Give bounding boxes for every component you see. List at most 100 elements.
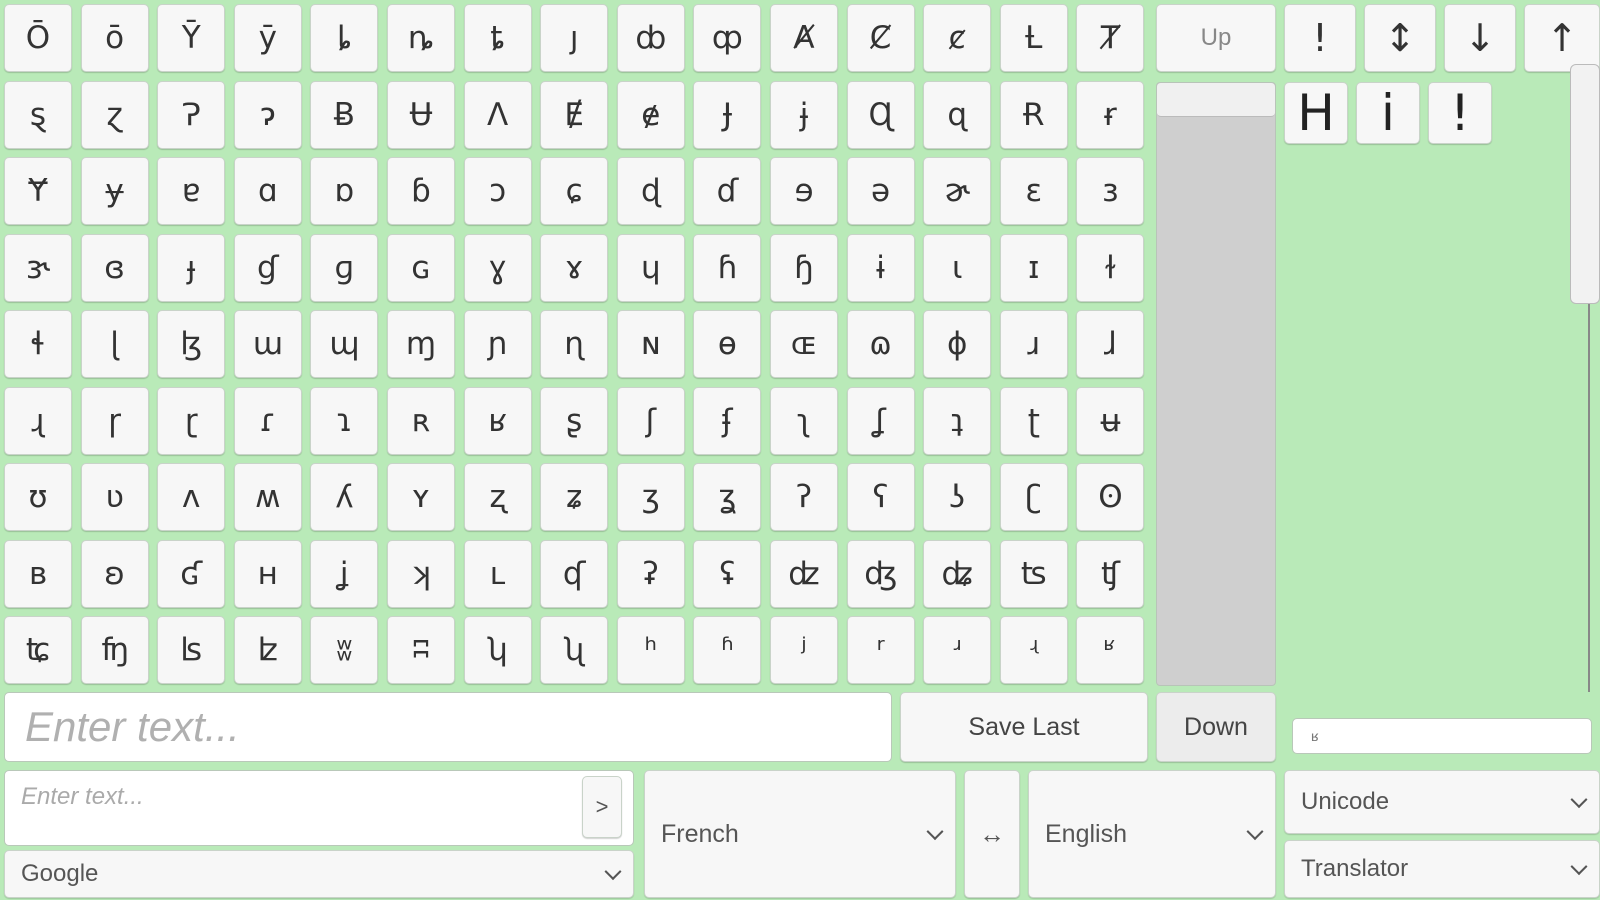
char-key[interactable]: ʇ: [923, 386, 992, 455]
down-arrow-key[interactable]: ↓: [1444, 4, 1516, 72]
char-key[interactable]: ɯ: [233, 310, 302, 378]
char-key[interactable]: ɉ: [770, 80, 838, 149]
char-key[interactable]: ɑ: [233, 157, 302, 225]
char-key[interactable]: Ƚ: [999, 4, 1068, 72]
char-key[interactable]: ɽ: [157, 386, 226, 455]
char-key[interactable]: ʆ: [846, 386, 915, 455]
main-text-input[interactable]: [4, 692, 892, 762]
char-key[interactable]: ʝ: [310, 539, 379, 608]
char-key[interactable]: ʎ: [310, 463, 379, 531]
char-key[interactable]: ʵ: [999, 616, 1068, 684]
char-key[interactable]: ʁ: [463, 386, 532, 455]
char-key[interactable]: ʚ: [80, 539, 149, 608]
char-key[interactable]: Ɉ: [693, 80, 762, 149]
char-key[interactable]: ʣ: [770, 539, 838, 608]
char-key[interactable]: ɇ: [616, 80, 685, 149]
char-key[interactable]: ʫ: [233, 616, 302, 684]
tool-select[interactable]: Translator: [1284, 840, 1600, 898]
char-key[interactable]: ɣ: [463, 233, 532, 302]
char-key[interactable]: ʢ: [693, 539, 762, 608]
char-key[interactable]: ʡ: [616, 539, 685, 608]
swap-languages-button[interactable]: ↔: [964, 770, 1020, 898]
char-key[interactable]: ɱ: [387, 310, 455, 378]
char-key[interactable]: ɴ: [616, 310, 685, 378]
char-key[interactable]: ɧ: [770, 233, 838, 302]
char-key[interactable]: ɞ: [80, 233, 149, 302]
up-down-arrow-key[interactable]: ↕: [1364, 4, 1436, 72]
char-key[interactable]: ʅ: [770, 386, 838, 455]
char-key[interactable]: ʖ: [923, 463, 992, 531]
char-key[interactable]: ʠ: [540, 539, 609, 608]
char-key[interactable]: ɀ: [80, 80, 149, 149]
char-key[interactable]: ȷ: [540, 4, 609, 72]
keyboard-scrollbar[interactable]: [1156, 82, 1276, 686]
char-key[interactable]: ɦ: [693, 233, 762, 302]
char-key[interactable]: Ⱦ: [1076, 4, 1145, 72]
char-key[interactable]: ʴ: [923, 616, 992, 684]
char-key[interactable]: ʘ: [1076, 463, 1145, 531]
char-key[interactable]: ʜ: [233, 539, 302, 608]
source-language-select[interactable]: French: [644, 770, 956, 898]
char-key[interactable]: ʒ: [616, 463, 685, 531]
char-key[interactable]: ʄ: [693, 386, 762, 455]
char-key[interactable]: ɖ: [616, 157, 685, 225]
char-key[interactable]: ɡ: [310, 233, 379, 302]
char-key[interactable]: ɻ: [4, 386, 72, 455]
char-key[interactable]: ʯ: [540, 616, 609, 684]
char-key[interactable]: Ƀ: [310, 80, 379, 149]
char-key[interactable]: Ʉ: [387, 80, 455, 149]
char-key[interactable]: ɐ: [157, 157, 226, 225]
char-key[interactable]: ʗ: [999, 463, 1068, 531]
char-key[interactable]: ʓ: [693, 463, 762, 531]
encoding-select[interactable]: Unicode: [1284, 770, 1600, 834]
char-key[interactable]: ɠ: [233, 233, 302, 302]
char-key[interactable]: ȼ: [923, 4, 992, 72]
char-key[interactable]: ʪ: [157, 616, 226, 684]
char-key[interactable]: Ɍ: [999, 80, 1068, 149]
char-key[interactable]: ɼ: [80, 386, 149, 455]
char-key[interactable]: ɗ: [693, 157, 762, 225]
char-key[interactable]: ʃ: [616, 386, 685, 455]
char-key[interactable]: ȶ: [463, 4, 532, 72]
char-key[interactable]: ʌ: [157, 463, 226, 531]
char-key[interactable]: ʰ: [616, 616, 685, 684]
char-key[interactable]: Ɇ: [540, 80, 609, 149]
char-key[interactable]: ɩ: [923, 233, 992, 302]
char-key[interactable]: ʥ: [923, 539, 992, 608]
char-key[interactable]: ʈ: [999, 386, 1068, 455]
char-key[interactable]: ʧ: [1076, 539, 1145, 608]
char-key[interactable]: ʳ: [846, 616, 915, 684]
down-button[interactable]: Down: [1156, 692, 1276, 762]
char-key[interactable]: ɶ: [770, 310, 838, 378]
char-key[interactable]: ɓ: [387, 157, 455, 225]
char-key[interactable]: ɹ: [999, 310, 1068, 378]
char-key[interactable]: ʞ: [387, 539, 455, 608]
char-key[interactable]: ɲ: [463, 310, 532, 378]
char-key[interactable]: ɔ: [463, 157, 532, 225]
char-key[interactable]: ȸ: [616, 4, 685, 72]
char-key[interactable]: ɿ: [310, 386, 379, 455]
char-key[interactable]: Ō: [4, 4, 72, 72]
char-key[interactable]: ʱ: [693, 616, 762, 684]
char-key[interactable]: ȴ: [310, 4, 379, 72]
char-key[interactable]: ɷ: [846, 310, 915, 378]
char-key[interactable]: ʲ: [770, 616, 838, 684]
char-key[interactable]: ɨ: [846, 233, 915, 302]
output-char-tile[interactable]: i: [1356, 82, 1420, 144]
char-key[interactable]: ʤ: [846, 539, 915, 608]
up-arrow-key[interactable]: ↑: [1524, 4, 1600, 72]
char-key[interactable]: Ɏ: [4, 157, 72, 225]
char-key[interactable]: Ɂ: [157, 80, 226, 149]
char-key[interactable]: ʟ: [463, 539, 532, 608]
char-key[interactable]: ʨ: [4, 616, 72, 684]
char-key[interactable]: ɜ: [1076, 157, 1145, 225]
char-key[interactable]: ɂ: [233, 80, 302, 149]
selected-char-field[interactable]: [1292, 718, 1592, 754]
char-key[interactable]: ɾ: [233, 386, 302, 455]
side-scrollbar-thumb[interactable]: [1570, 64, 1600, 304]
char-key[interactable]: ɟ: [157, 233, 226, 302]
char-key[interactable]: ɛ: [999, 157, 1068, 225]
save-last-button[interactable]: Save Last: [900, 692, 1148, 762]
char-key[interactable]: ʛ: [157, 539, 226, 608]
translate-input[interactable]: [4, 770, 634, 846]
